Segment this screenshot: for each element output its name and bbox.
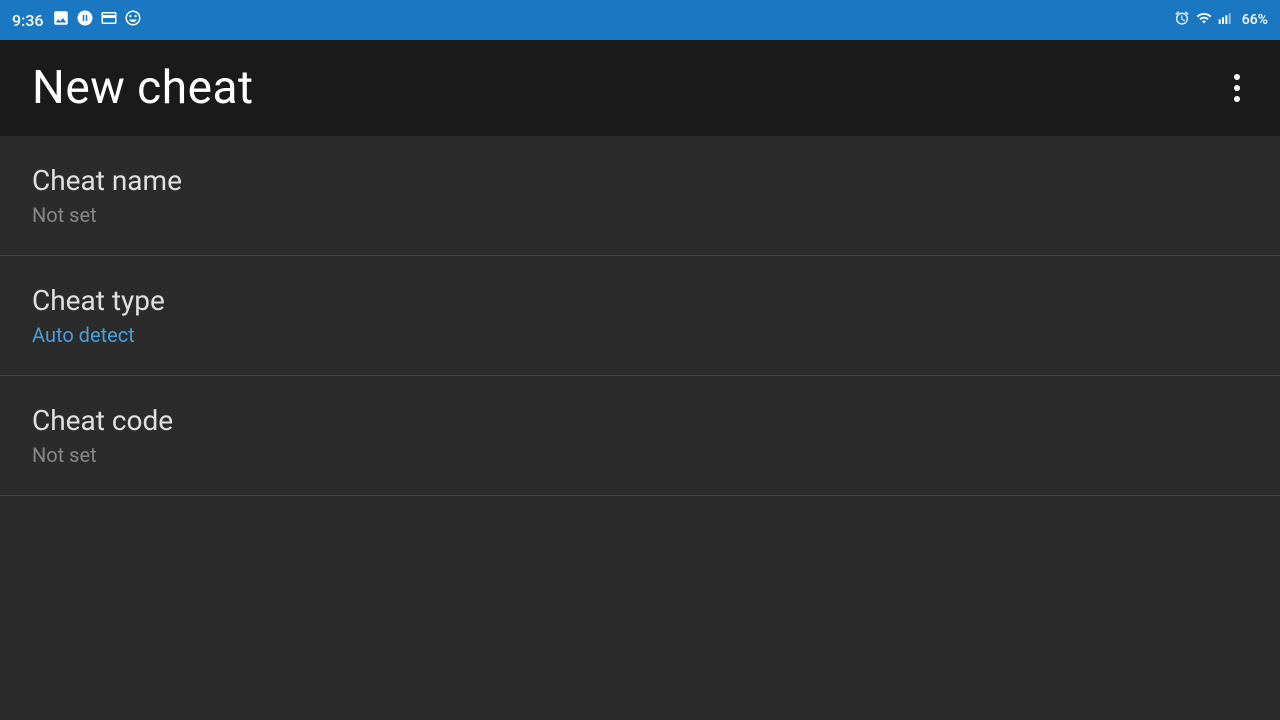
cheat-code-title: Cheat code — [32, 404, 1248, 437]
status-time: 9:36 — [12, 11, 44, 30]
system-icons — [1174, 10, 1234, 30]
cheat-name-title: Cheat name — [32, 164, 1248, 197]
status-bar-right: 66% — [1174, 10, 1268, 30]
battery-indicator: 66% — [1242, 12, 1268, 28]
photo-icon — [52, 9, 70, 31]
alarm-icon — [1174, 10, 1190, 30]
dot1 — [1234, 74, 1240, 80]
cheat-code-item[interactable]: Cheat code Not set — [0, 376, 1280, 496]
cloud-sync-icon — [76, 9, 94, 31]
page-title: New cheat — [32, 61, 254, 115]
cheat-name-item[interactable]: Cheat name Not set — [0, 136, 1280, 256]
app-bar: New cheat — [0, 40, 1280, 136]
cheat-code-value: Not set — [32, 443, 1248, 467]
cheat-type-item[interactable]: Cheat type Auto detect — [0, 256, 1280, 376]
status-icons — [52, 9, 142, 31]
cheat-name-value: Not set — [32, 203, 1248, 227]
extra-icon — [124, 9, 142, 31]
status-bar: 9:36 — [0, 0, 1280, 40]
dot3 — [1234, 96, 1240, 102]
cheat-type-title: Cheat type — [32, 284, 1248, 317]
cheat-type-value: Auto detect — [32, 323, 1248, 347]
more-options-button[interactable] — [1226, 66, 1248, 110]
signal-icon — [1218, 10, 1234, 30]
nfc-icon — [100, 9, 118, 31]
wifi-icon — [1196, 10, 1212, 30]
content-area: Cheat name Not set Cheat type Auto detec… — [0, 136, 1280, 496]
dot2 — [1234, 85, 1240, 91]
status-bar-left: 9:36 — [12, 9, 142, 31]
